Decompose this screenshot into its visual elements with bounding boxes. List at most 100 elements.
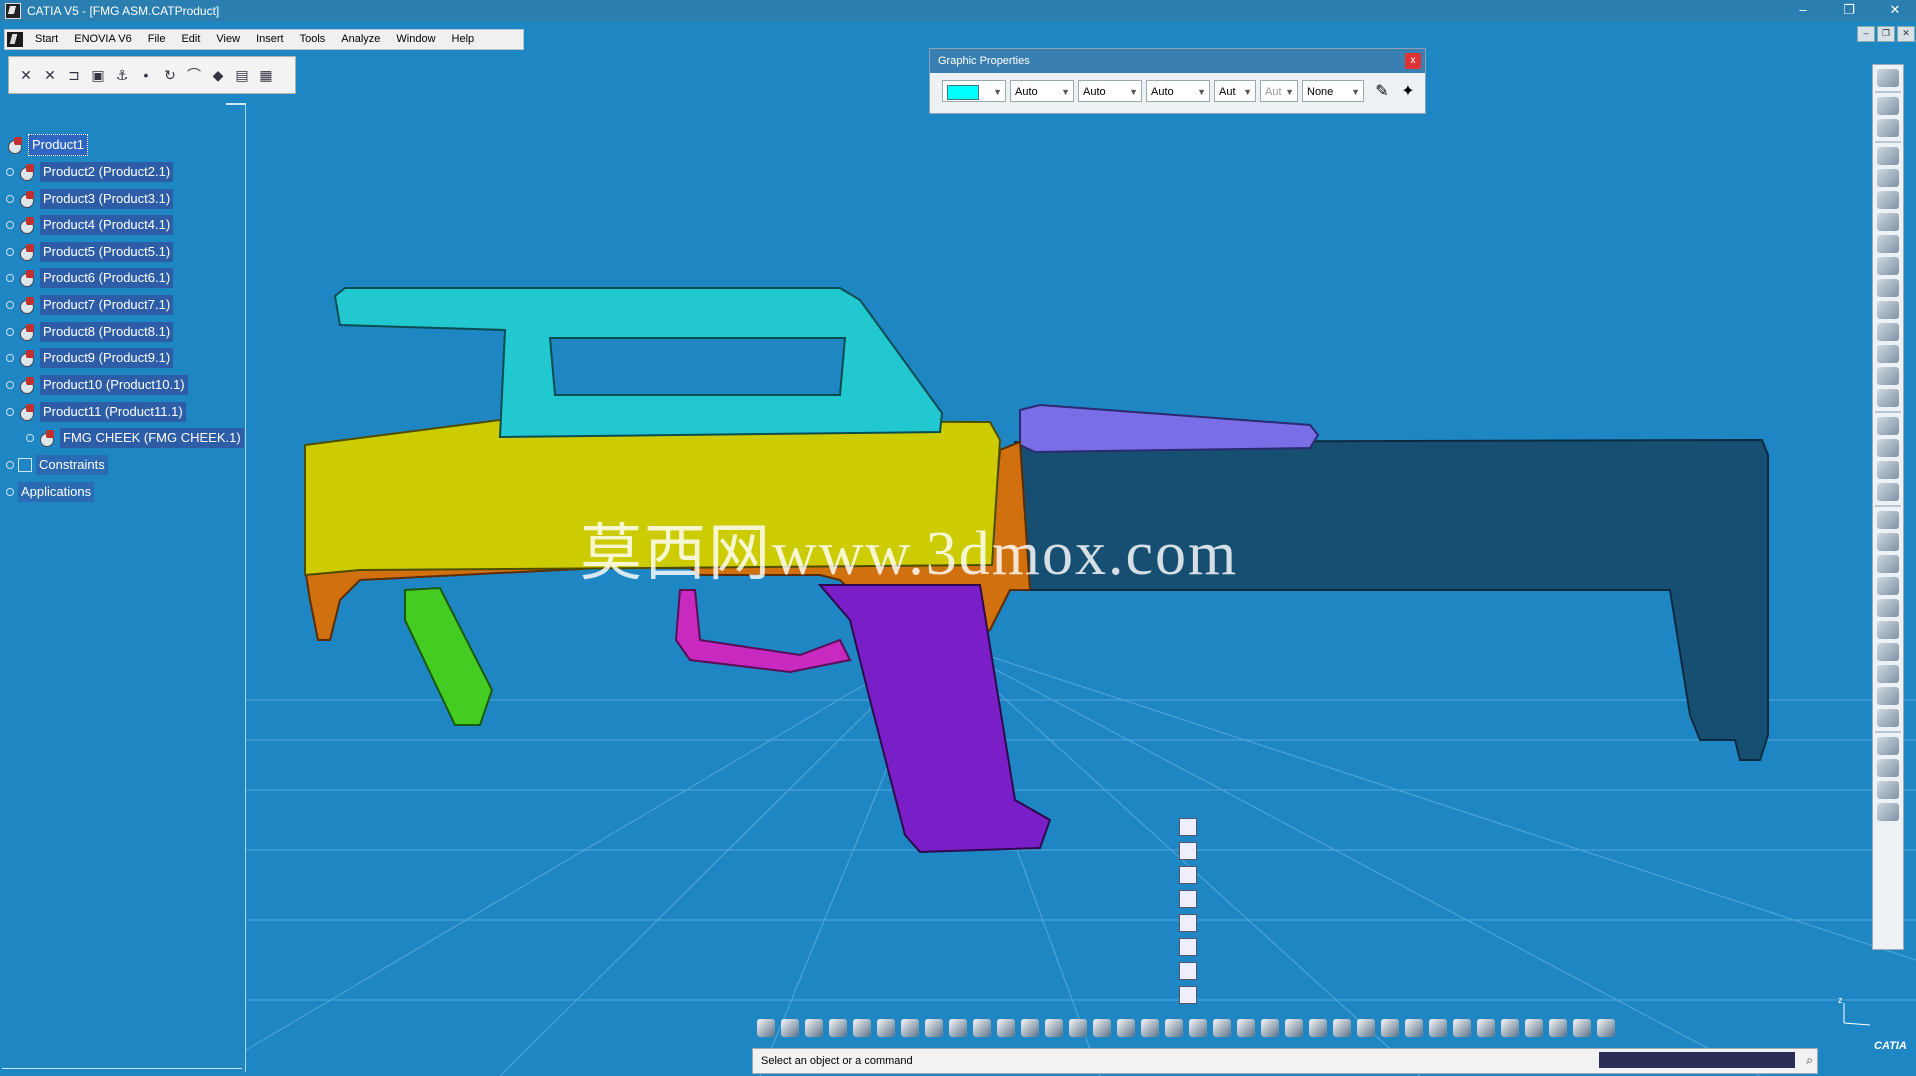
view-top-icon[interactable] bbox=[1179, 938, 1197, 956]
select-icon[interactable] bbox=[1877, 97, 1899, 115]
stock-part[interactable] bbox=[1014, 438, 1769, 761]
line-thickness-dropdown[interactable]: Auto ▼ bbox=[1078, 80, 1142, 102]
layer-dropdown[interactable]: None ▼ bbox=[1302, 80, 1364, 102]
publication-icon[interactable] bbox=[1877, 759, 1899, 777]
power-input-field[interactable] bbox=[1599, 1052, 1795, 1068]
foregrip-part[interactable] bbox=[404, 586, 494, 726]
painter-icon[interactable]: ✦ bbox=[1396, 80, 1420, 102]
new-product-icon[interactable] bbox=[1877, 147, 1899, 165]
insert-part-icon[interactable] bbox=[1261, 1019, 1279, 1037]
knowledge-icon[interactable] bbox=[829, 1019, 847, 1037]
line-type-dropdown[interactable]: Auto ▼ bbox=[1146, 80, 1210, 102]
grip-part[interactable] bbox=[817, 584, 1052, 854]
mirror-icon[interactable] bbox=[925, 1019, 943, 1037]
annotation-icon[interactable] bbox=[1877, 643, 1899, 661]
report-icon[interactable] bbox=[1877, 781, 1899, 799]
trigger-part[interactable] bbox=[674, 589, 852, 674]
fly-mode-icon[interactable] bbox=[757, 1019, 775, 1037]
view-left-icon[interactable] bbox=[1179, 890, 1197, 908]
distance-icon[interactable] bbox=[1877, 555, 1899, 573]
environment-icon[interactable] bbox=[1573, 1019, 1591, 1037]
transparency-dropdown[interactable]: Auto ▼ bbox=[1010, 80, 1074, 102]
tree-toggle-icon[interactable] bbox=[901, 1019, 919, 1037]
replace-component-icon[interactable] bbox=[1877, 213, 1899, 231]
swap-space-icon[interactable] bbox=[1165, 1019, 1183, 1037]
constraint-offset-icon[interactable] bbox=[1333, 1019, 1351, 1037]
selective-load-icon[interactable] bbox=[1877, 279, 1899, 297]
capture-icon[interactable] bbox=[1213, 1019, 1231, 1037]
measure-icon[interactable] bbox=[1453, 1019, 1471, 1037]
fill-color-dropdown[interactable]: ▼ bbox=[942, 80, 1006, 102]
render-icon[interactable] bbox=[1501, 1019, 1519, 1037]
status-bar: Select an object or a command ⌕ bbox=[752, 1048, 1818, 1074]
insert-product-icon[interactable] bbox=[1237, 1019, 1255, 1037]
view-iso-icon[interactable] bbox=[1179, 818, 1197, 836]
catia-brand-logo: CATIA bbox=[1874, 1040, 1907, 1052]
material-icon[interactable] bbox=[1477, 1019, 1495, 1037]
explode-icon[interactable] bbox=[1877, 483, 1899, 501]
product-structure-icon[interactable] bbox=[1877, 69, 1899, 87]
define-multi-icon[interactable] bbox=[1877, 389, 1899, 407]
save-management-icon[interactable] bbox=[1877, 803, 1899, 821]
manipulation-icon[interactable] bbox=[1877, 417, 1899, 435]
apply-material-icon[interactable] bbox=[1525, 1019, 1543, 1037]
constraint-fix-icon[interactable] bbox=[1381, 1019, 1399, 1037]
component-icon[interactable] bbox=[1877, 119, 1899, 137]
manage-representations-icon[interactable] bbox=[1877, 301, 1899, 319]
reuse-pattern-icon[interactable] bbox=[1429, 1019, 1447, 1037]
graphic-properties-row: ▼ Auto ▼ Auto ▼ Auto ▼ Aut ▼ Aut ▼ None ▼ ✎ ✦ bbox=[930, 73, 1425, 102]
point-symbol-dropdown[interactable]: Aut ▼ bbox=[1214, 80, 1256, 102]
texture-icon[interactable] bbox=[1549, 1019, 1567, 1037]
insert-existing-icon[interactable] bbox=[1285, 1019, 1303, 1037]
formula-icon[interactable] bbox=[805, 1019, 823, 1037]
bom-icon[interactable] bbox=[1877, 737, 1899, 755]
search-icon[interactable]: ⌕ bbox=[1806, 1053, 1813, 1068]
zoom-out-icon[interactable] bbox=[1045, 1019, 1063, 1037]
reorder-icon[interactable] bbox=[1877, 367, 1899, 385]
generate-numbering-icon[interactable] bbox=[1877, 257, 1899, 275]
axis-system-icon[interactable] bbox=[1189, 1019, 1207, 1037]
clash-icon[interactable] bbox=[1877, 511, 1899, 529]
fast-multi-instantiation-icon[interactable] bbox=[1877, 345, 1899, 363]
view-right-icon[interactable] bbox=[1179, 914, 1197, 932]
update-all-icon[interactable] bbox=[1405, 1019, 1423, 1037]
pan-icon[interactable] bbox=[973, 1019, 991, 1037]
catalog-icon[interactable] bbox=[1877, 709, 1899, 727]
iso-view-icon[interactable] bbox=[1093, 1019, 1111, 1037]
sight-part[interactable] bbox=[333, 287, 944, 439]
weld-icon[interactable] bbox=[1877, 665, 1899, 683]
view-named-icon[interactable] bbox=[1179, 986, 1197, 1004]
constraint-angle-icon[interactable] bbox=[1357, 1019, 1375, 1037]
view-back-icon[interactable] bbox=[1179, 866, 1197, 884]
smart-move-icon[interactable] bbox=[1877, 461, 1899, 479]
section-icon[interactable] bbox=[1877, 533, 1899, 551]
fit-all-icon[interactable] bbox=[949, 1019, 967, 1037]
normal-view-icon[interactable] bbox=[1069, 1019, 1087, 1037]
examine-mode-icon[interactable] bbox=[781, 1019, 799, 1037]
measure-item-icon[interactable] bbox=[1877, 599, 1899, 617]
grid-icon[interactable] bbox=[877, 1019, 895, 1037]
cheek-part[interactable] bbox=[1019, 403, 1320, 454]
table-icon[interactable] bbox=[1597, 1019, 1615, 1037]
measure-inertia-icon[interactable] bbox=[1877, 621, 1899, 639]
graphic-properties-close-button[interactable]: x bbox=[1405, 53, 1421, 69]
hide-show-icon[interactable] bbox=[1141, 1019, 1159, 1037]
constraint-contact-icon[interactable] bbox=[1309, 1019, 1327, 1037]
rendering-style-dropdown[interactable]: Aut ▼ bbox=[1260, 80, 1298, 102]
compass-icon[interactable] bbox=[853, 1019, 871, 1037]
scene-icon[interactable] bbox=[1877, 687, 1899, 705]
view-front-icon[interactable] bbox=[1179, 842, 1197, 860]
zoom-in-icon[interactable] bbox=[1021, 1019, 1039, 1037]
graph-tree-icon[interactable] bbox=[1877, 235, 1899, 253]
measure-between-icon[interactable] bbox=[1877, 577, 1899, 595]
copy-format-icon[interactable]: ✎ bbox=[1370, 80, 1394, 102]
status-message: Select an object or a command bbox=[761, 1055, 913, 1067]
graphic-properties-title: Graphic Properties x bbox=[930, 49, 1425, 73]
snap-icon[interactable] bbox=[1877, 439, 1899, 457]
shading-icon[interactable] bbox=[1117, 1019, 1135, 1037]
view-bottom-icon[interactable] bbox=[1179, 962, 1197, 980]
new-part-icon[interactable] bbox=[1877, 169, 1899, 187]
multi-instantiation-icon[interactable] bbox=[1877, 323, 1899, 341]
existing-component-icon[interactable] bbox=[1877, 191, 1899, 209]
rotate-view-icon[interactable] bbox=[997, 1019, 1015, 1037]
